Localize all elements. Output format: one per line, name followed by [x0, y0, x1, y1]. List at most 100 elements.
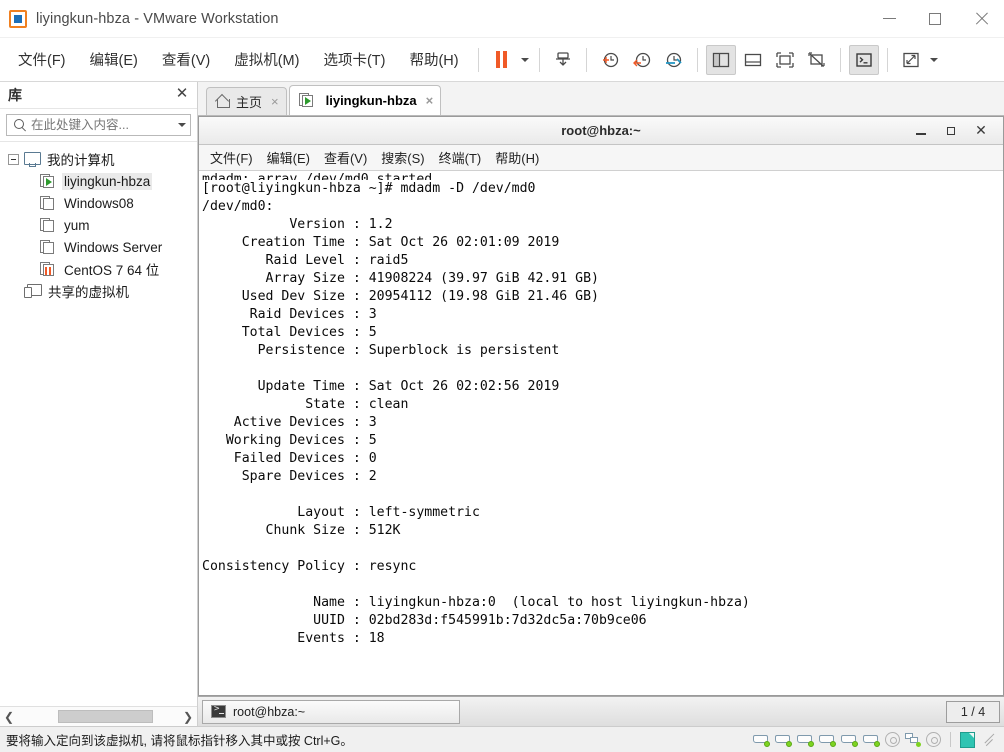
vm-running-icon	[298, 93, 315, 108]
full-screen-button[interactable]	[770, 45, 800, 75]
chevron-down-icon	[929, 57, 938, 62]
terminal-close-button[interactable]: ✕	[973, 122, 989, 139]
cd-dvd-icon[interactable]	[885, 732, 900, 747]
collapse-expander-icon[interactable]	[8, 153, 19, 165]
menu-edit[interactable]: 编辑(E)	[80, 44, 148, 75]
revert-snapshot-button[interactable]	[627, 45, 657, 75]
minimize-button[interactable]	[866, 0, 912, 38]
close-button[interactable]	[958, 0, 1004, 38]
menu-tabs[interactable]: 选项卡(T)	[313, 44, 395, 75]
tab-close-icon[interactable]: ×	[271, 94, 279, 109]
hard-disk-2-icon[interactable]	[775, 733, 792, 747]
terminal-menubar: 文件(F) 编辑(E) 查看(V) 搜索(S) 终端(T) 帮助(H)	[199, 145, 1003, 171]
terminal-minimize-button[interactable]	[913, 123, 929, 139]
vmware-logo-icon	[9, 9, 27, 28]
tab-home[interactable]: 主页 ×	[206, 87, 287, 115]
window-titlebar: liyingkun-hbza - VMware Workstation	[0, 0, 1004, 38]
snapshot-button[interactable]	[595, 45, 625, 75]
tree-item-windows-server[interactable]: Windows Server	[0, 236, 197, 258]
terminal-menu-help[interactable]: 帮助(H)	[488, 145, 546, 170]
chevron-left-icon[interactable]: ❮	[0, 708, 18, 726]
hard-disk-5-icon[interactable]	[841, 733, 858, 747]
close-icon[interactable]: ✕	[173, 86, 191, 104]
vm-pane: 主页 × liyingkun-hbza × 应用程序 位置 终端	[198, 82, 1004, 726]
tree-item-yum[interactable]: yum	[0, 214, 197, 236]
vmware-workstation-window: liyingkun-hbza - VMware Workstation 文件(F…	[0, 0, 1004, 752]
show-library-button[interactable]	[705, 44, 736, 75]
tab-close-icon[interactable]: ×	[426, 93, 434, 108]
pause-icon	[496, 51, 508, 68]
shared-vm-icon	[24, 283, 42, 299]
menu-file[interactable]: 文件(F)	[8, 44, 76, 75]
vmware-statusbar: 要将输入定向到该虚拟机, 请将鼠标指针移入其中或按 Ctrl+G。	[0, 726, 1004, 752]
chevron-down-icon[interactable]	[178, 123, 186, 127]
show-thumbnail-bar-button[interactable]	[738, 45, 768, 75]
hard-disk-3-icon[interactable]	[797, 733, 814, 747]
power-dropdown[interactable]	[518, 48, 532, 72]
taskbar-window-label: root@hbza:~	[233, 704, 306, 719]
fullscreen-icon	[775, 51, 794, 68]
send-ctrl-alt-del-button[interactable]	[548, 45, 578, 75]
home-icon	[216, 95, 230, 108]
hard-disk-4-icon[interactable]	[819, 733, 836, 747]
scrollbar-thumb[interactable]	[58, 710, 153, 723]
terminal-window: root@hbza:~ ✕ 文件(F) 编辑(E) 查看(V) 搜索(S) 终端…	[198, 116, 1004, 696]
vm-tabstrip: 主页 × liyingkun-hbza ×	[198, 82, 1004, 116]
menu-vm[interactable]: 虚拟机(M)	[224, 44, 309, 75]
panel-bottom-icon	[744, 53, 761, 66]
snapshot-manager-button[interactable]	[659, 45, 689, 75]
suspend-button[interactable]	[487, 45, 517, 75]
vm-running-icon	[40, 173, 57, 189]
terminal-titlebar[interactable]: root@hbza:~ ✕	[199, 117, 1003, 145]
usb-device-icon[interactable]	[926, 732, 941, 747]
printer-icon[interactable]	[960, 731, 975, 748]
tree-item-my-computer[interactable]: 我的计算机	[0, 148, 197, 170]
guest-screen: 应用程序 位置 终端 星期六 02:09	[198, 116, 1004, 726]
tab-liyingkun-hbza[interactable]: liyingkun-hbza ×	[288, 85, 442, 115]
toolbar-separator	[585, 47, 587, 72]
workspace-switcher[interactable]: 1 / 4	[946, 700, 1000, 723]
keyboard-send-icon	[555, 51, 570, 66]
toolbar-separator	[886, 47, 888, 72]
hard-disk-6-icon[interactable]	[863, 733, 880, 747]
terminal-output[interactable]: mdadm: array /dev/md0 started. [root@liyi…	[199, 171, 1003, 695]
expand-arrows-icon	[902, 52, 919, 67]
menu-view[interactable]: 查看(V)	[152, 44, 220, 75]
main-body: 库 ✕ 我的计算机	[0, 82, 1004, 726]
search-input[interactable]	[31, 118, 178, 132]
tree-item-windows08[interactable]: Windows08	[0, 192, 197, 214]
vm-icon	[40, 239, 57, 255]
search-box[interactable]	[6, 114, 191, 136]
scrollbar-track[interactable]	[18, 709, 179, 724]
library-sidebar: 库 ✕ 我的计算机	[0, 82, 198, 726]
clock-back-icon	[632, 52, 650, 67]
terminal-icon	[855, 52, 872, 67]
terminal-maximize-button[interactable]	[943, 123, 959, 139]
tree-item-shared-vms[interactable]: 共享的虚拟机	[0, 280, 197, 302]
library-horizontal-scrollbar[interactable]: ❮ ❯	[0, 706, 197, 726]
maximize-button[interactable]	[912, 0, 958, 38]
toolbar-separator	[477, 47, 479, 72]
terminal-scrolled-line: mdadm: array /dev/md0 started.	[202, 172, 441, 180]
unity-mode-button[interactable]	[802, 45, 832, 75]
menu-help[interactable]: 帮助(H)	[399, 44, 468, 75]
resize-grip-icon[interactable]	[983, 733, 996, 746]
tree-item-liyingkun-hbza[interactable]: liyingkun-hbza	[0, 170, 197, 192]
terminal-menu-search[interactable]: 搜索(S)	[374, 145, 431, 170]
stretch-guest-button[interactable]	[896, 45, 926, 75]
tree-item-label: Windows Server	[64, 239, 163, 255]
view-dropdown[interactable]	[927, 48, 941, 72]
terminal-menu-file[interactable]: 文件(F)	[203, 145, 260, 170]
terminal-menu-terminal[interactable]: 终端(T)	[432, 145, 489, 170]
terminal-menu-edit[interactable]: 编辑(E)	[260, 145, 317, 170]
network-adapter-icon[interactable]	[905, 732, 921, 747]
hard-disk-1-icon[interactable]	[753, 733, 770, 747]
console-view-button[interactable]	[848, 44, 879, 75]
search-icon	[13, 118, 27, 132]
tree-item-centos7[interactable]: CentOS 7 64 位	[0, 258, 197, 280]
tree-item-label: Windows08	[64, 195, 134, 211]
terminal-title: root@hbza:~	[561, 123, 641, 138]
chevron-right-icon[interactable]: ❯	[179, 708, 197, 726]
taskbar-window-button[interactable]: root@hbza:~	[202, 699, 460, 724]
terminal-menu-view[interactable]: 查看(V)	[317, 145, 374, 170]
